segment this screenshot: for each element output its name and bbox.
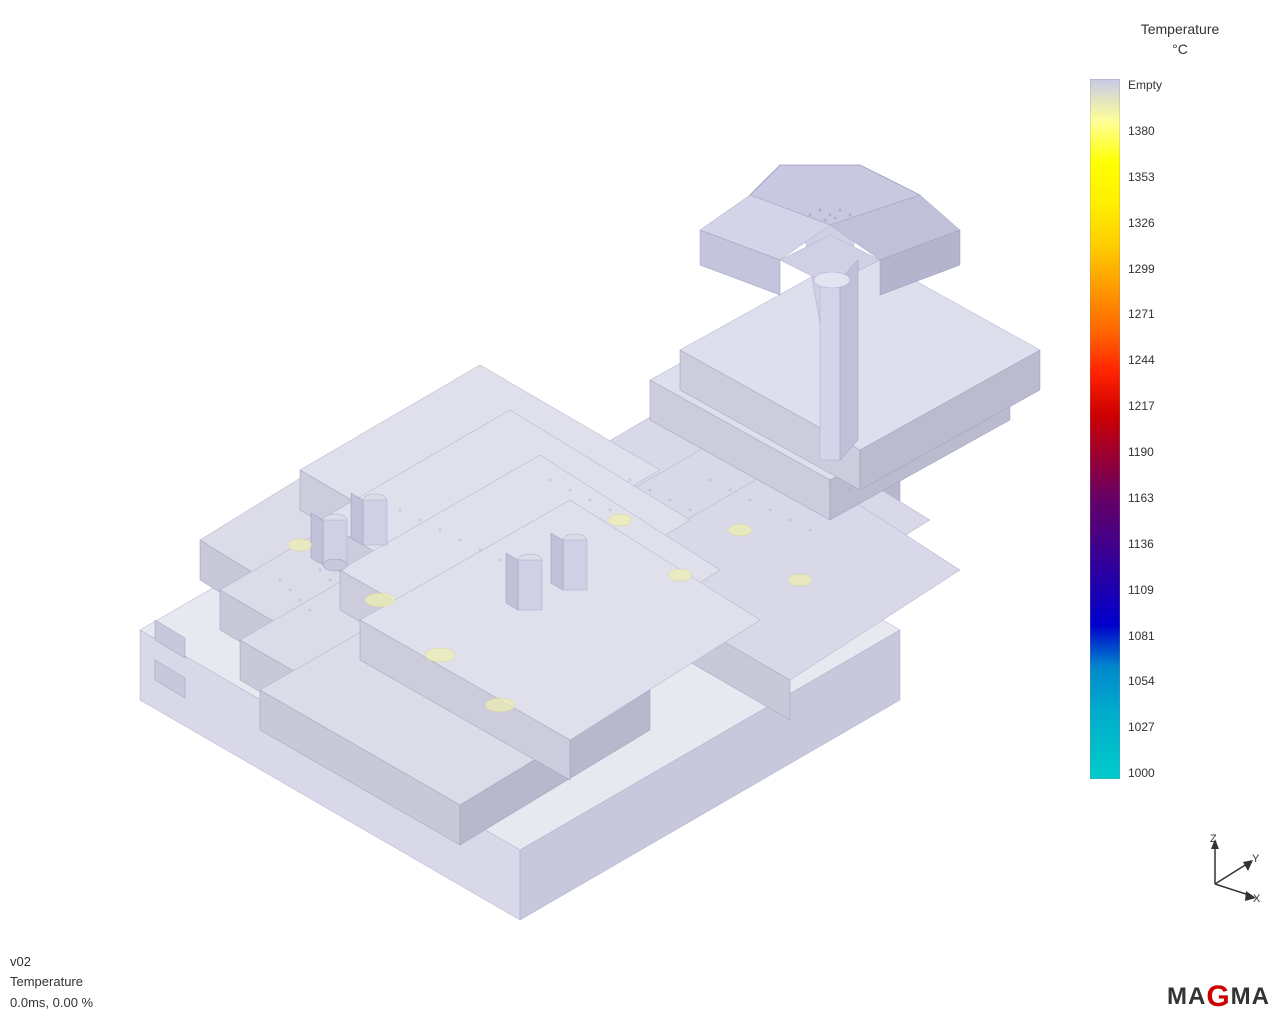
legend-labels: Empty 1380 1353 1326 1299 1271 1244 1217…	[1120, 79, 1162, 779]
version-label: v02	[10, 952, 93, 973]
legend-value-1326: 1326	[1128, 217, 1162, 229]
svg-text:X: X	[1253, 893, 1260, 904]
legend-value-1299: 1299	[1128, 263, 1162, 275]
legend-value-1109: 1109	[1128, 584, 1162, 596]
legend-value-1054: 1054	[1128, 675, 1162, 687]
svg-text:Z: Z	[1210, 834, 1217, 845]
legend-value-1271: 1271	[1128, 308, 1162, 320]
legend-panel: Temperature °C	[1080, 0, 1280, 1024]
legend-value-1190: 1190	[1128, 446, 1162, 458]
logo-ma2-text: MA	[1231, 983, 1270, 1011]
legend-value-1244: 1244	[1128, 354, 1162, 366]
casting-view	[0, 0, 1080, 1024]
legend-value-1163: 1163	[1128, 492, 1162, 504]
axis-diagram: Z Y X	[1180, 834, 1260, 904]
legend-gradient-bar	[1090, 79, 1120, 779]
legend-value-1136: 1136	[1128, 538, 1162, 550]
legend-unit-label: °C	[1172, 41, 1188, 57]
legend-property-label: Temperature	[1141, 21, 1220, 37]
axis-indicator: Z Y X	[1180, 834, 1260, 904]
legend-value-1027: 1027	[1128, 721, 1162, 733]
legend-value-1081: 1081	[1128, 630, 1162, 642]
legend-value-1380: 1380	[1128, 125, 1162, 137]
legend-value-1353: 1353	[1128, 171, 1162, 183]
time-info-label: 0.0ms, 0.00 %	[10, 993, 93, 1014]
legend-bar-container: Empty 1380 1353 1326 1299 1271 1244 1217…	[1090, 79, 1270, 779]
bottom-info: v02 Temperature 0.0ms, 0.00 %	[10, 952, 93, 1014]
property-label: Temperature	[10, 972, 93, 993]
legend-value-1217: 1217	[1128, 400, 1162, 412]
svg-text:Y: Y	[1252, 853, 1260, 865]
legend-title: Temperature °C	[1090, 20, 1270, 59]
main-viewport: Temperature °C	[0, 0, 1280, 1024]
logo-ma-text: MA	[1167, 983, 1206, 1011]
legend-value-empty: Empty	[1128, 79, 1162, 91]
legend-value-1000: 1000	[1128, 767, 1162, 779]
logo-g-text: G	[1206, 980, 1230, 1014]
magma-logo: MA G MA	[1167, 980, 1270, 1014]
